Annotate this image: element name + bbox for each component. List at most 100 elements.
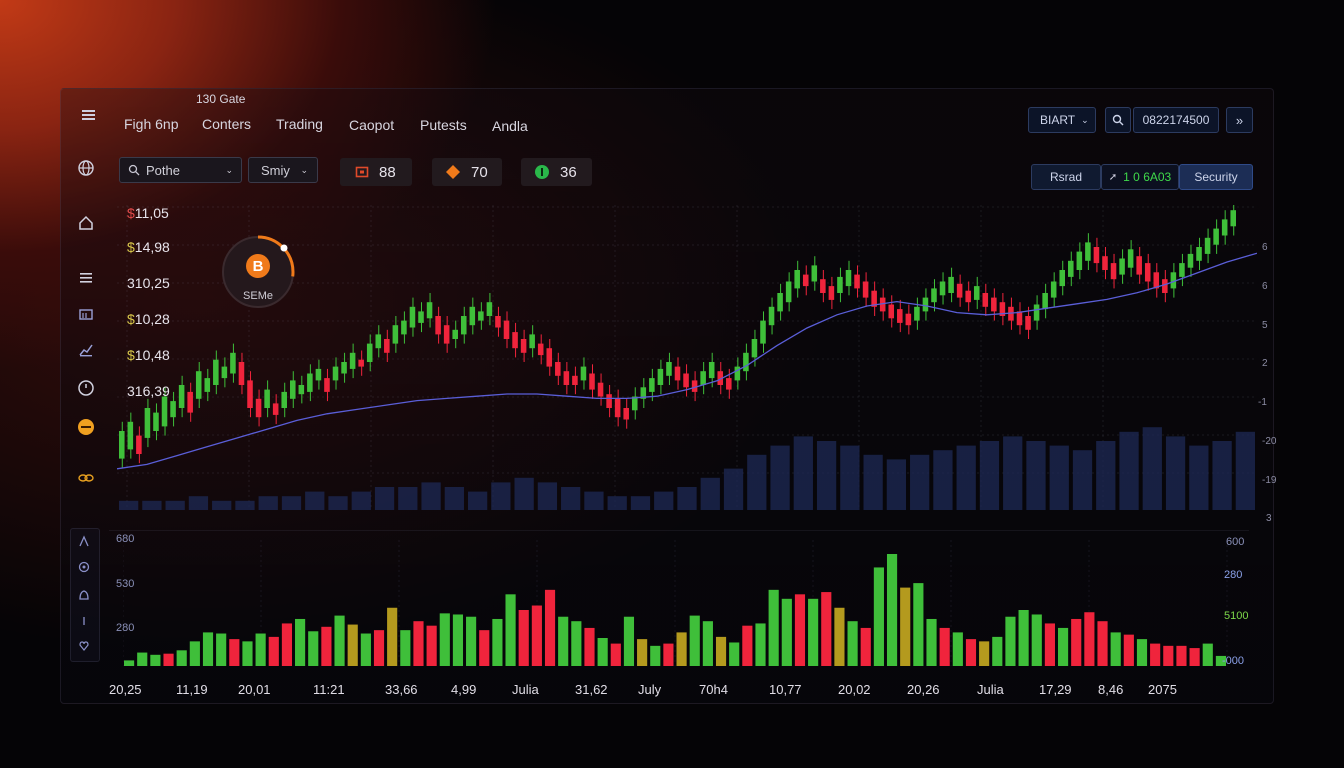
gear-icon[interactable] (76, 559, 92, 575)
volume-bar (623, 616, 635, 666)
nav-item-1[interactable]: Conters (202, 116, 251, 132)
nav-item-4[interactable]: Putests (420, 117, 467, 133)
volume-chart[interactable] (123, 540, 1228, 666)
nav-item-0[interactable]: Figh 6np (124, 116, 178, 132)
candle (255, 398, 262, 418)
volume-bar (663, 643, 674, 666)
volume-bar (387, 607, 398, 666)
price-label-1: $14,98 (127, 239, 170, 255)
info-icon[interactable] (76, 613, 92, 629)
volume-bar (742, 625, 753, 666)
link-icon[interactable] (76, 467, 96, 487)
volume-bg-bar (886, 459, 907, 510)
chevron-down-icon: ⌄ (225, 164, 233, 175)
coin-icon[interactable] (76, 417, 96, 437)
volume-bar (1150, 643, 1161, 666)
volume-bar (505, 594, 516, 666)
axis-tick: -1 (1258, 397, 1267, 408)
x-label: 20,01 (238, 682, 271, 697)
volume-bg-bar (119, 500, 139, 510)
tab-spread[interactable]: Rsrad (1031, 164, 1101, 190)
volume-bg-bar (1189, 445, 1209, 510)
coin-label: SEMe (243, 290, 273, 302)
volume-bar (1018, 610, 1029, 666)
globe-icon[interactable] (76, 158, 96, 178)
symbol-select[interactable]: BIART ⌄ (1028, 107, 1096, 133)
volume-bar (900, 587, 911, 666)
volume-bg-bar (747, 454, 767, 510)
filter-dropdown[interactable]: Smiy ⌄ (248, 157, 318, 183)
list-icon[interactable] (76, 268, 96, 288)
volume-bar (439, 613, 450, 666)
candle (238, 362, 245, 385)
stat-chip-wallet[interactable]: 88 (340, 158, 412, 186)
search-button[interactable] (1105, 107, 1131, 133)
volume-bg-bar (351, 491, 371, 510)
vol-axis-left: 530 (116, 578, 135, 590)
candle (811, 265, 818, 282)
candle (520, 339, 527, 353)
volume-bar (584, 627, 595, 666)
tab-security[interactable]: Security (1179, 164, 1253, 190)
volume-bar (558, 616, 569, 666)
axis-tick: -19 (1262, 475, 1277, 486)
user-icon[interactable] (76, 533, 92, 549)
coin-widget[interactable]: B SEMe (220, 234, 296, 310)
heart-icon[interactable] (76, 638, 92, 654)
volume-bar (150, 654, 161, 666)
candle (1162, 279, 1168, 293)
volume-bar (886, 554, 898, 666)
candle (264, 389, 270, 408)
forward-button[interactable]: » (1226, 107, 1253, 133)
candle (1033, 304, 1040, 321)
candle (187, 391, 193, 413)
x-label: Julia (512, 682, 539, 697)
nav-item-5[interactable]: Andla (492, 118, 528, 134)
search-input[interactable]: Pothe (146, 163, 180, 178)
candle (529, 334, 535, 349)
x-label: 33,66 (385, 682, 418, 697)
candle (956, 283, 963, 298)
chart-icon[interactable] (76, 340, 96, 360)
nav-item-2[interactable]: Trading (276, 116, 323, 132)
volume-bg-bar (258, 496, 278, 510)
volume-bar (1176, 645, 1187, 666)
volume-bar (650, 645, 661, 666)
volume-bg-bar (1142, 427, 1162, 510)
clock-icon[interactable] (76, 378, 96, 398)
stat-chip-diamond[interactable]: 70 (432, 158, 502, 186)
vol-axis-left: 680 (116, 533, 135, 545)
volume-bg-bar (1003, 436, 1023, 510)
volume-bar (189, 641, 200, 666)
tab-price[interactable]: ➚ 1 0 6A03 (1101, 164, 1179, 190)
bell-icon[interactable] (76, 587, 92, 603)
candle (1221, 219, 1228, 236)
volume-bar (1136, 639, 1148, 666)
candle (948, 276, 954, 293)
candle (486, 302, 493, 316)
volume-bar (1057, 627, 1069, 666)
x-label: 70h4 (699, 682, 728, 697)
folder-icon[interactable] (76, 304, 96, 324)
home-icon[interactable] (76, 213, 96, 233)
volume-bar (518, 610, 529, 666)
candle (991, 297, 997, 312)
candle (204, 378, 211, 392)
candle (614, 398, 621, 418)
candle (1119, 258, 1125, 275)
hamburger-icon[interactable] (80, 106, 98, 124)
candle (281, 391, 287, 408)
candle (1042, 293, 1048, 310)
vol-axis-right: -000 (1222, 655, 1245, 667)
stat-chip-coin[interactable]: 36 (521, 158, 592, 186)
search-field[interactable]: Pothe ⌄ (119, 157, 242, 183)
volume-bar (834, 607, 845, 666)
nav-item-3[interactable]: Caopot (349, 117, 394, 133)
volume-bar (479, 630, 490, 666)
candle (1230, 210, 1236, 227)
volume-bar (216, 633, 227, 666)
candle (153, 412, 159, 431)
candle (1085, 242, 1091, 261)
candle (366, 343, 373, 362)
candle (170, 401, 176, 418)
